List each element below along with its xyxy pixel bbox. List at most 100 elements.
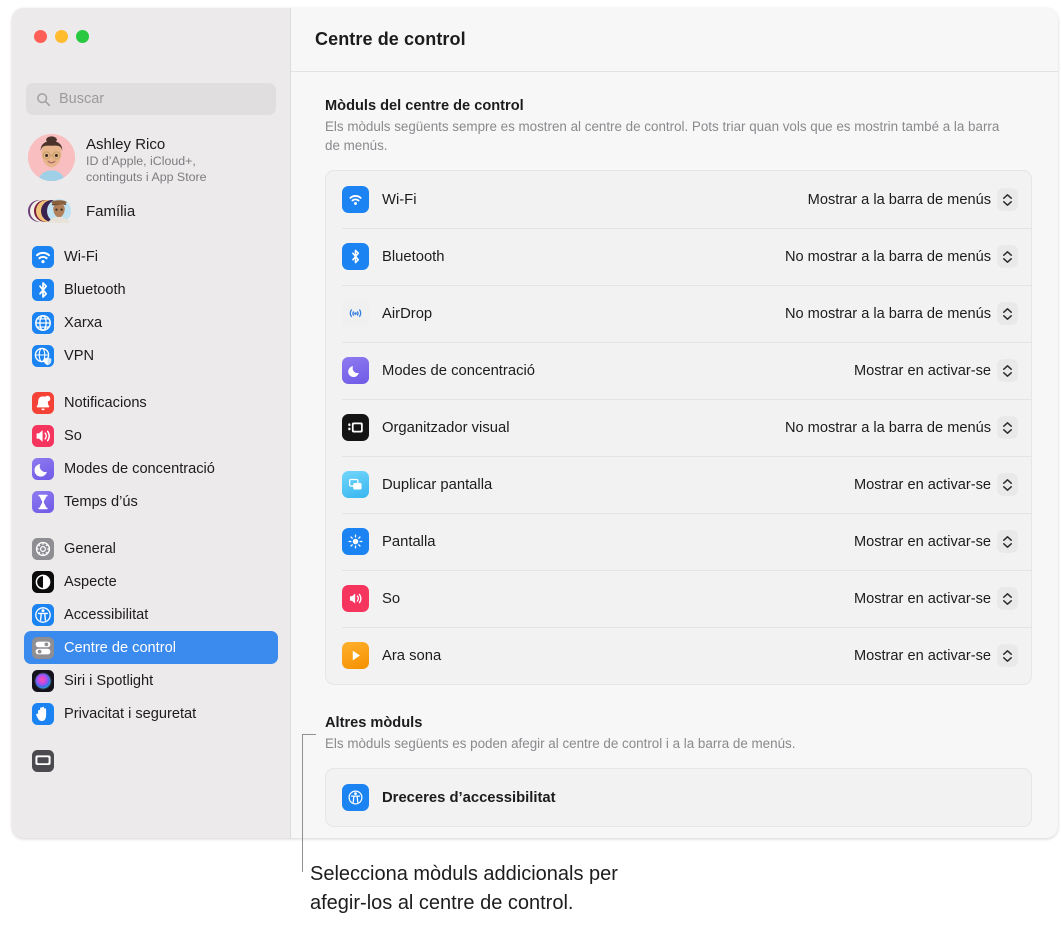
screen-mirroring-icon — [342, 471, 369, 498]
sidebar-group-divider — [24, 518, 278, 532]
sound-icon — [32, 425, 54, 447]
sidebar-item-bluetooth[interactable]: Bluetooth — [24, 273, 278, 306]
traffic-lights — [34, 30, 89, 43]
sidebar-item-appearance[interactable]: Aspecte — [24, 565, 278, 598]
sidebar-item-wifi[interactable]: Wi-Fi — [24, 240, 278, 273]
account-text: Ashley Rico ID d’Apple, iCloud+, conting… — [86, 134, 207, 185]
other-modules-card: Dreceres d’accessibilitat — [325, 768, 1032, 827]
bluetooth-icon — [32, 279, 54, 301]
stepper-icon[interactable] — [998, 531, 1017, 552]
module-label: Organitzador visual — [382, 420, 509, 436]
table-row[interactable]: Modes de concentració Mostrar en activar… — [326, 342, 1031, 399]
control-center-icon — [32, 637, 54, 659]
sidebar-group-divider — [24, 730, 278, 744]
minimize-button[interactable] — [55, 30, 68, 43]
bluetooth-icon — [342, 243, 369, 270]
stepper-icon[interactable] — [998, 417, 1017, 438]
wifi-icon — [342, 186, 369, 213]
detail-titlebar: Centre de control — [291, 8, 1058, 72]
stepper-icon[interactable] — [998, 303, 1017, 324]
account-subtitle-1: ID d’Apple, iCloud+, — [86, 154, 207, 170]
module-popup-value: No mostrar a la barra de menús — [785, 306, 991, 322]
sidebar-item-focus[interactable]: Modes de concentració — [24, 452, 278, 485]
stepper-icon[interactable] — [998, 645, 1017, 666]
sidebar-item-privacy-security[interactable]: Privacitat i seguretat — [24, 697, 278, 730]
accessibility-icon — [342, 784, 369, 811]
table-row[interactable]: Duplicar pantalla Mostrar en activar-se — [326, 456, 1031, 513]
sidebar-item-control-center[interactable]: Centre de control — [24, 631, 278, 664]
table-row[interactable]: Organitzador visual No mostrar a la barr… — [326, 399, 1031, 456]
module-popup-value: Mostrar en activar-se — [854, 363, 991, 379]
table-row[interactable]: Ara sona Mostrar en activar-se — [326, 627, 1031, 684]
sidebar-item-label: Siri i Spotlight — [64, 673, 153, 689]
module-popup-button[interactable]: No mostrar a la barra de menús — [785, 303, 1017, 324]
sidebar-item-label: Notificacions — [64, 395, 147, 411]
focus-icon — [32, 458, 54, 480]
callout-line-1: Selecciona mòduls addicionals per — [310, 860, 930, 889]
module-popup-value: Mostrar en activar-se — [854, 648, 991, 664]
stepper-icon[interactable] — [998, 246, 1017, 267]
sidebar-item-vpn[interactable]: VPN — [24, 339, 278, 372]
sidebar-scroll: Ashley Rico ID d’Apple, iCloud+, conting… — [12, 126, 290, 838]
page-title: Centre de control — [315, 29, 466, 50]
table-row[interactable]: Dreceres d’accessibilitat — [326, 769, 1031, 826]
screen-time-icon — [32, 491, 54, 513]
sidebar-item-siri-spotlight[interactable]: Siri i Spotlight — [24, 664, 278, 697]
stepper-icon[interactable] — [998, 189, 1017, 210]
sidebar-item-network[interactable]: Xarxa — [24, 306, 278, 339]
module-popup-value: No mostrar a la barra de menús — [785, 420, 991, 436]
sidebar-item-label: Bluetooth — [64, 282, 126, 298]
sidebar-item-label: Wi-Fi — [64, 249, 98, 265]
sidebar-item-sound[interactable]: So — [24, 419, 278, 452]
module-popup-button[interactable]: Mostrar en activar-se — [854, 588, 1017, 609]
account-name: Ashley Rico — [86, 135, 207, 154]
stepper-icon[interactable] — [998, 474, 1017, 495]
vpn-icon — [32, 345, 54, 367]
module-popup-button[interactable]: No mostrar a la barra de menús — [785, 417, 1017, 438]
sidebar-item-screen-time[interactable]: Temps d’ús — [24, 485, 278, 518]
module-label: Wi-Fi — [382, 192, 417, 208]
sidebar-item-general[interactable]: General — [24, 532, 278, 565]
callout-text: Selecciona mòduls addicionals per afegir… — [310, 860, 930, 918]
stepper-icon[interactable] — [998, 360, 1017, 381]
section-description-modules: Els mòduls següents sempre es mostren al… — [325, 117, 1015, 155]
close-button[interactable] — [34, 30, 47, 43]
table-row[interactable]: So Mostrar en activar-se — [326, 570, 1031, 627]
appearance-icon — [32, 571, 54, 593]
now-playing-icon — [342, 642, 369, 669]
section-heading-other: Altres mòduls — [325, 715, 1032, 731]
sidebar-item-notifications[interactable]: Notificacions — [24, 386, 278, 419]
search-icon — [36, 92, 51, 107]
module-popup-button[interactable]: Mostrar en activar-se — [854, 645, 1017, 666]
family-row[interactable]: Família — [12, 190, 290, 226]
zoom-button[interactable] — [76, 30, 89, 43]
account-row[interactable]: Ashley Rico ID d’Apple, iCloud+, conting… — [12, 130, 290, 185]
module-popup-button[interactable]: Mostrar a la barra de menús — [808, 189, 1017, 210]
module-popup-button[interactable]: Mostrar en activar-se — [854, 531, 1017, 552]
module-popup-button[interactable]: Mostrar en activar-se — [854, 360, 1017, 381]
desktop-dock-icon — [32, 750, 54, 772]
section-heading-modules: Mòduls del centre de control — [325, 98, 1032, 114]
notifications-icon — [32, 392, 54, 414]
search-field[interactable]: Buscar — [26, 83, 276, 115]
system-settings-window: Buscar — [12, 8, 1058, 838]
table-row[interactable]: Wi-Fi Mostrar a la barra de menús — [326, 171, 1031, 228]
detail-pane: Centre de control Mòduls del centre de c… — [290, 8, 1058, 838]
stepper-icon[interactable] — [998, 588, 1017, 609]
table-row[interactable]: AirDrop No mostrar a la barra de menús — [326, 285, 1031, 342]
module-label: So — [382, 591, 400, 607]
module-popup-value: Mostrar en activar-se — [854, 477, 991, 493]
stage-manager-icon — [342, 414, 369, 441]
module-popup-button[interactable]: Mostrar en activar-se — [854, 474, 1017, 495]
family-label: Família — [86, 203, 135, 220]
sidebar-item-label: General — [64, 541, 116, 557]
sidebar-item-accessibility[interactable]: Accessibilitat — [24, 598, 278, 631]
module-popup-button[interactable]: No mostrar a la barra de menús — [785, 246, 1017, 267]
table-row[interactable]: Bluetooth No mostrar a la barra de menús — [326, 228, 1031, 285]
module-label: Pantalla — [382, 534, 435, 550]
accessibility-icon — [32, 604, 54, 626]
table-row[interactable]: Pantalla Mostrar en activar-se — [326, 513, 1031, 570]
sidebar-nav: Wi-Fi Bluetooth — [12, 240, 290, 777]
sidebar-item-partial[interactable] — [24, 744, 278, 777]
sidebar-item-label: Modes de concentració — [64, 461, 215, 477]
